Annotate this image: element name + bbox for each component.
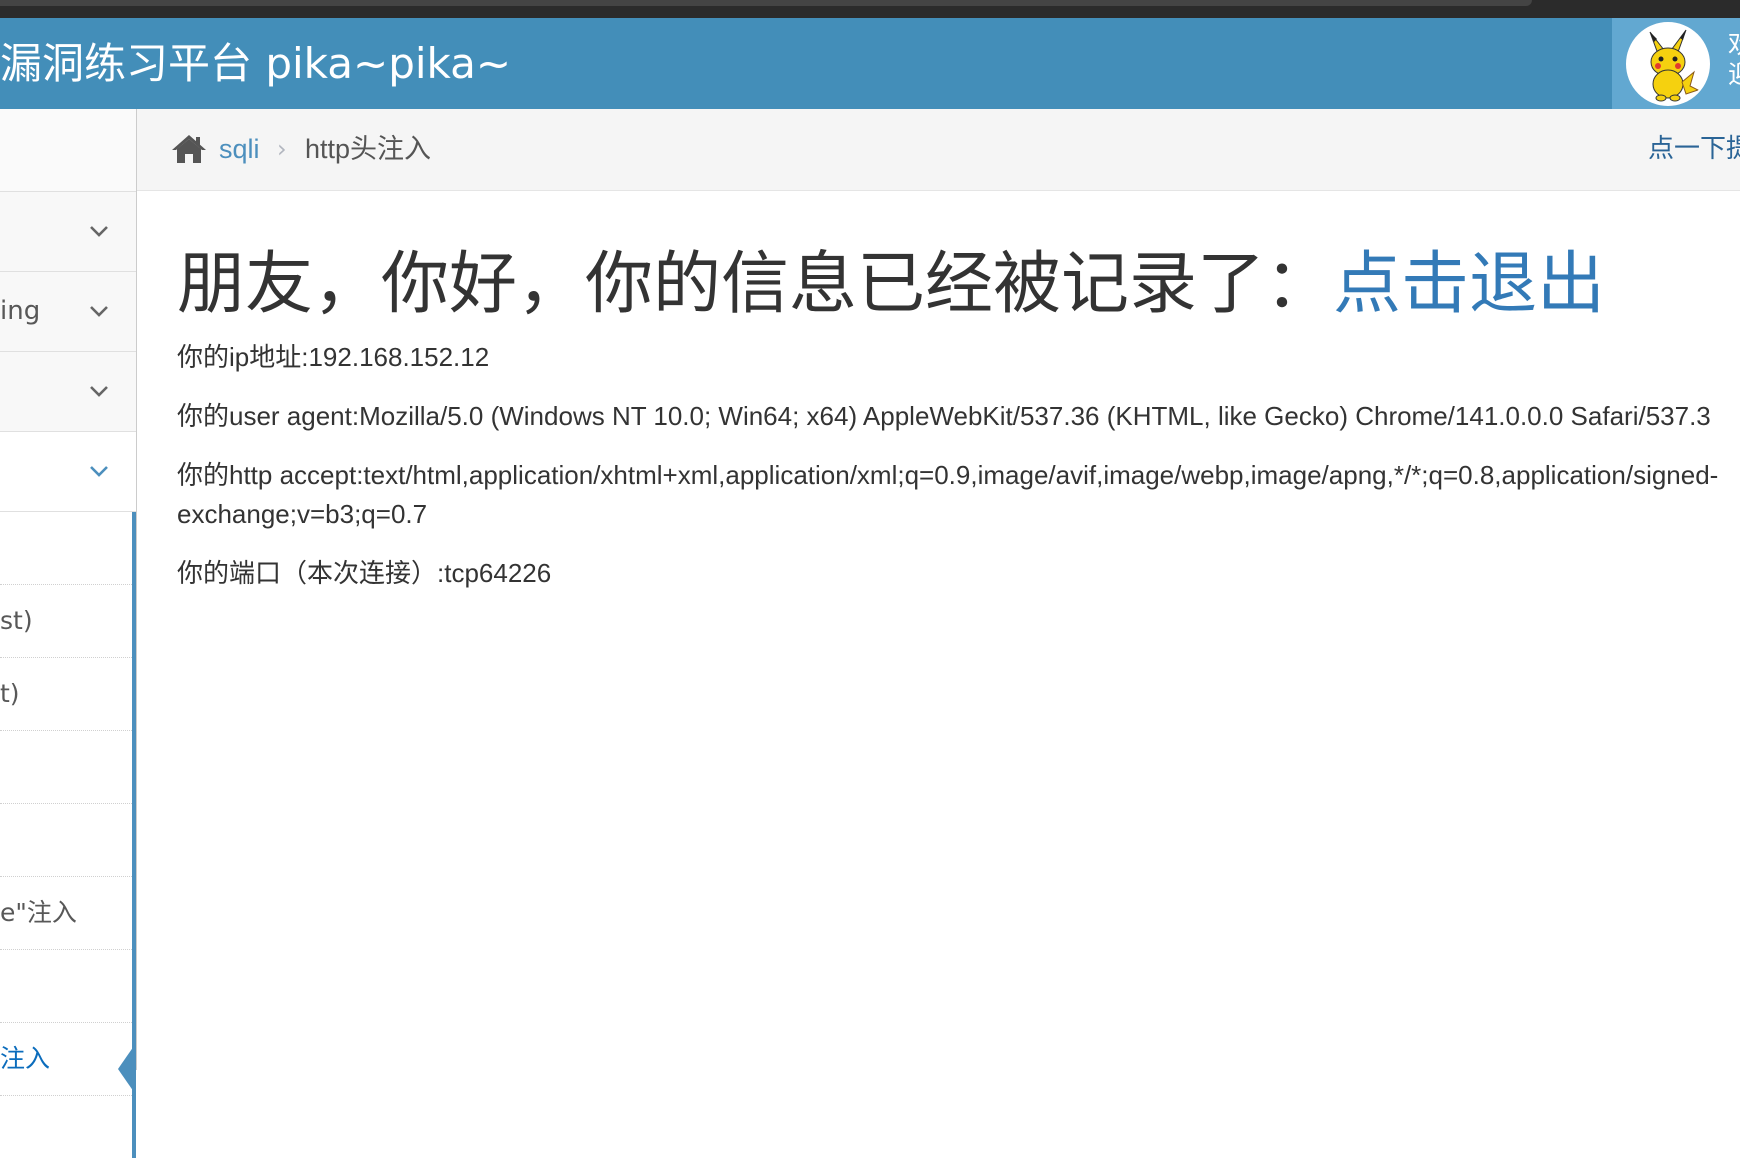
chevron-down-icon xyxy=(90,386,108,397)
home-icon[interactable] xyxy=(171,133,207,165)
chevron-down-icon xyxy=(90,306,108,317)
breadcrumb-current: http头注入 xyxy=(305,134,432,164)
breadcrumb-separator: › xyxy=(277,135,287,163)
breadcrumb: sqli › http头注入 点一下提 xyxy=(137,109,1740,191)
chevron-down-icon xyxy=(90,226,108,237)
welcome-text: 欢迎 xyxy=(1728,30,1740,90)
browser-bar xyxy=(0,0,1532,6)
submenu-item-active[interactable]: 注入 xyxy=(0,1023,136,1096)
submenu-item-label: st) xyxy=(0,606,33,635)
main-content: 朋友，你好，你的信息已经被记录了：点击退出 你的ip地址:192.168.152… xyxy=(177,190,1740,593)
sidebar-item-3[interactable] xyxy=(0,352,136,432)
user-agent-info: 你的user agent:Mozilla/5.0 (Windows NT 10.… xyxy=(177,401,1711,431)
hint-link[interactable]: 点一下提 xyxy=(1648,109,1740,190)
page-headline: 朋友，你好，你的信息已经被记录了：点击退出 xyxy=(177,244,1740,326)
logout-link[interactable]: 点击退出 xyxy=(1333,245,1605,324)
browser-top-strip xyxy=(0,0,1740,18)
submenu-item[interactable] xyxy=(0,804,132,877)
submenu-item[interactable] xyxy=(0,512,132,585)
submenu-item[interactable]: st) xyxy=(0,585,132,658)
breadcrumb-link-sqli[interactable]: sqli xyxy=(219,109,260,190)
submenu-item-label: 注入 xyxy=(0,1044,51,1073)
pikachu-icon xyxy=(1628,24,1708,104)
headline-text: 朋友，你好，你的信息已经被记录了： xyxy=(177,245,1334,324)
chevron-down-icon xyxy=(90,466,108,477)
port-info: 你的端口（本次连接）:tcp64226 xyxy=(177,558,552,588)
http-accept-info: 你的http accept:text/html,application/xhtm… xyxy=(177,460,1719,529)
submenu-item[interactable]: e"注入 xyxy=(0,877,132,950)
sidebar-item-sqli[interactable] xyxy=(0,432,136,512)
user-menu[interactable]: 欢迎 xyxy=(1612,18,1740,109)
submenu-item[interactable] xyxy=(0,731,132,804)
sidebar-item-1[interactable] xyxy=(0,192,136,272)
sidebar-item-label: ing xyxy=(0,296,41,326)
submenu-item[interactable]: t) xyxy=(0,658,132,731)
sidebar-shortcuts xyxy=(0,109,136,192)
sidebar-item-2[interactable]: ing xyxy=(0,272,136,352)
submenu-item-label: t) xyxy=(0,679,20,708)
sidebar: ing st) t) e"注入 注入 xyxy=(0,109,137,1158)
avatar xyxy=(1626,22,1710,106)
submenu-item[interactable] xyxy=(0,950,132,1023)
ip-info: 你的ip地址:192.168.152.12 xyxy=(177,342,490,372)
active-caret xyxy=(118,1043,136,1095)
submenu-item-label: e"注入 xyxy=(0,898,77,927)
sidebar-submenu: st) t) e"注入 注入 xyxy=(0,512,136,1158)
brand-title[interactable]: 漏洞练习平台 pika~pika~ xyxy=(0,18,511,109)
